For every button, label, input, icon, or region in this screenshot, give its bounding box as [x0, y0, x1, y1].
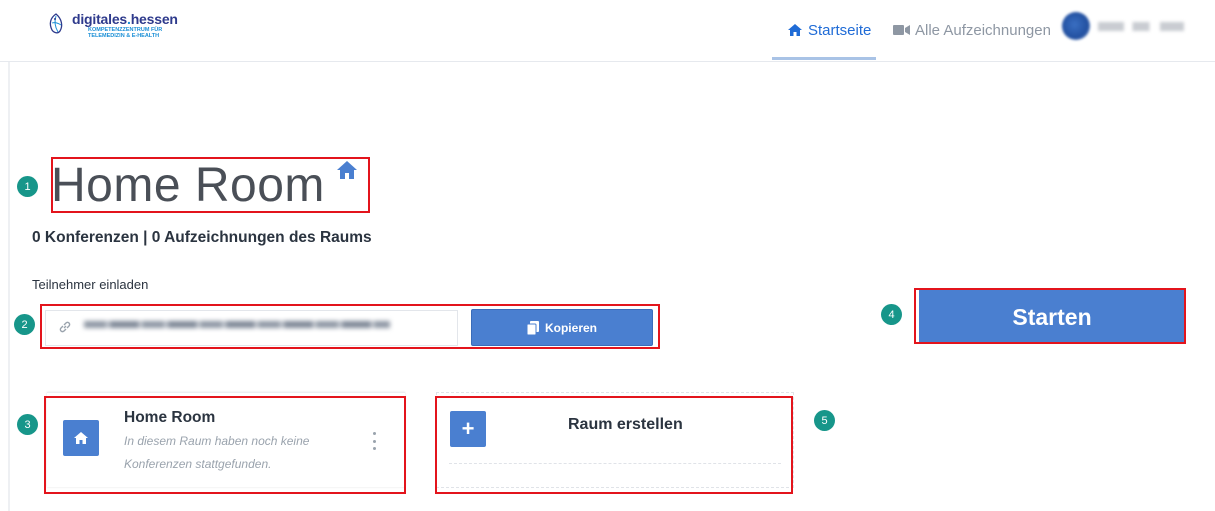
room-stats: 0 Konferenzen | 0 Aufzeichnungen des Rau… — [32, 229, 372, 246]
nav-alle-aufzeichnungen[interactable]: Alle Aufzeichnungen — [893, 20, 1051, 40]
annotation-badge-3: 3 — [17, 414, 38, 435]
logo-title: digitales.hessen — [72, 11, 178, 27]
nav-startseite[interactable]: Startseite — [787, 20, 871, 40]
username-blurred — [1098, 21, 1184, 31]
annotation-badge-5: 5 — [814, 410, 835, 431]
annotation-box-2 — [40, 304, 660, 349]
annotation-badge-1: 1 — [17, 176, 38, 197]
logo-leaf-icon — [49, 13, 63, 34]
nav-alle-aufzeichnungen-label: Alle Aufzeichnungen — [915, 21, 1051, 39]
annotation-badge-4: 4 — [881, 304, 902, 325]
user-menu[interactable] — [1062, 12, 1184, 40]
logo-title-part-b: hessen — [130, 11, 178, 27]
avatar — [1062, 12, 1090, 40]
nav-startseite-label: Startseite — [808, 21, 872, 39]
logo-text: digitales.hessen KOMPETENZZENTRUM FÜR TE… — [72, 11, 178, 40]
annotation-box-3 — [44, 396, 406, 494]
annotation-box-5 — [435, 396, 793, 494]
active-tab-indicator — [772, 57, 876, 60]
annotation-badge-2: 2 — [14, 314, 35, 335]
digitales-hessen-logo[interactable]: digitales.hessen KOMPETENZZENTRUM FÜR TE… — [46, 12, 178, 39]
video-camera-icon — [893, 25, 910, 35]
invite-label: Teilnehmer einladen — [32, 277, 149, 292]
logo-subtitle-2: TELEMEDIZIN & E-HEALTH — [88, 33, 160, 39]
annotation-box-1 — [51, 157, 370, 213]
home-icon — [788, 24, 802, 36]
top-navbar: digitales.hessen KOMPETENZZENTRUM FÜR TE… — [0, 0, 1215, 62]
annotation-box-4 — [914, 288, 1186, 344]
logo-title-part-a: digitales — [72, 11, 127, 27]
content-left-border — [8, 62, 10, 511]
